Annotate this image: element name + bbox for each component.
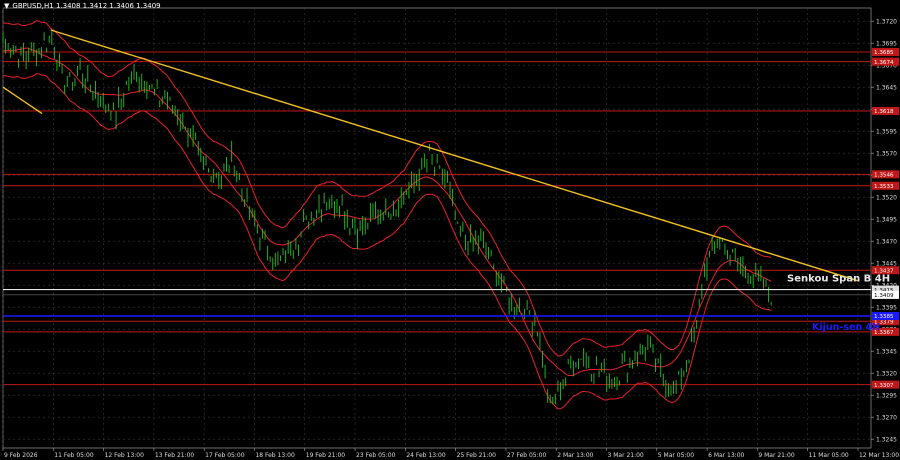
kijun-price-label: 1.3385 bbox=[874, 314, 894, 320]
y-tick-label: 1.3270 bbox=[876, 415, 897, 422]
x-tick-label: 3 Mar 21:00 bbox=[608, 452, 644, 459]
y-tick-label: 1.3520 bbox=[876, 195, 897, 202]
x-tick-label: 6 Mar 13:00 bbox=[708, 452, 744, 459]
y-tick-label: 1.3470 bbox=[876, 239, 897, 246]
trendline bbox=[50, 29, 859, 282]
price-chart[interactable]: 1.37201.36951.36701.36451.36201.35951.35… bbox=[0, 0, 900, 460]
x-tick-label: 11 Feb 05:00 bbox=[54, 452, 94, 459]
senkou-span-b-label: Senkou Span B 4H bbox=[787, 274, 890, 285]
chart-title: ▼ GBPUSD,H1 1.3408 1.3412 1.3406 1.3409 bbox=[4, 2, 161, 10]
x-tick-label: 13 Feb 21:00 bbox=[155, 452, 195, 459]
level-price-label: 1.3685 bbox=[874, 50, 894, 56]
x-tick-label: 18 Feb 13:00 bbox=[255, 452, 295, 459]
x-tick-label: 5 Mar 05:00 bbox=[658, 452, 694, 459]
level-price-label: 1.3618 bbox=[874, 109, 894, 115]
y-tick-label: 1.3245 bbox=[876, 437, 897, 444]
y-tick-label: 1.3720 bbox=[876, 19, 897, 26]
y-tick-label: 1.3695 bbox=[876, 41, 897, 48]
x-tick-label: 2 Mar 13:00 bbox=[557, 452, 593, 459]
band-upper-line bbox=[2, 20, 772, 357]
y-tick-label: 1.3645 bbox=[876, 85, 897, 92]
chart-title-text: GBPUSD,H1 1.3408 1.3412 1.3406 1.3409 bbox=[12, 2, 161, 10]
level-price-label: 1.3674 bbox=[874, 60, 894, 66]
x-tick-label: 9 Mar 21:00 bbox=[758, 452, 794, 459]
y-tick-label: 1.3320 bbox=[876, 371, 897, 378]
level-price-label: 1.3546 bbox=[874, 173, 894, 179]
x-tick-label: 27 Feb 05:00 bbox=[507, 452, 547, 459]
plot-frame bbox=[2, 7, 872, 449]
chart-window: 1.37201.36951.36701.36451.36201.35951.35… bbox=[0, 0, 900, 460]
y-tick-label: 1.3295 bbox=[876, 393, 897, 400]
y-tick-label: 1.3595 bbox=[876, 129, 897, 136]
x-tick-label: 24 Feb 13:00 bbox=[406, 452, 446, 459]
triangle-icon: ▼ bbox=[4, 2, 10, 10]
y-tick-label: 1.3570 bbox=[876, 151, 897, 158]
x-tick-label: 23 Feb 05:00 bbox=[356, 452, 396, 459]
x-tick-label: 12 Mar 13:00 bbox=[859, 452, 899, 459]
x-tick-label: 9 Feb 2026 bbox=[4, 452, 38, 459]
y-tick-label: 1.3495 bbox=[876, 217, 897, 224]
x-tick-label: 25 Feb 21:00 bbox=[457, 452, 497, 459]
x-tick-label: 11 Mar 05:00 bbox=[809, 452, 849, 459]
x-tick-label: 19 Feb 21:00 bbox=[306, 452, 346, 459]
y-tick-label: 1.3345 bbox=[876, 349, 897, 356]
y-tick-label: 1.3395 bbox=[876, 305, 897, 312]
current-price-label: 1.3409 bbox=[874, 293, 894, 299]
level-price-label: 1.3307 bbox=[874, 383, 894, 389]
trendline bbox=[2, 86, 43, 115]
level-price-label: 1.3533 bbox=[874, 184, 894, 190]
kijun-sen-label: Kijun-sen 4H bbox=[812, 322, 880, 333]
x-tick-label: 17 Feb 05:00 bbox=[205, 452, 245, 459]
x-tick-label: 12 Feb 13:00 bbox=[105, 452, 145, 459]
